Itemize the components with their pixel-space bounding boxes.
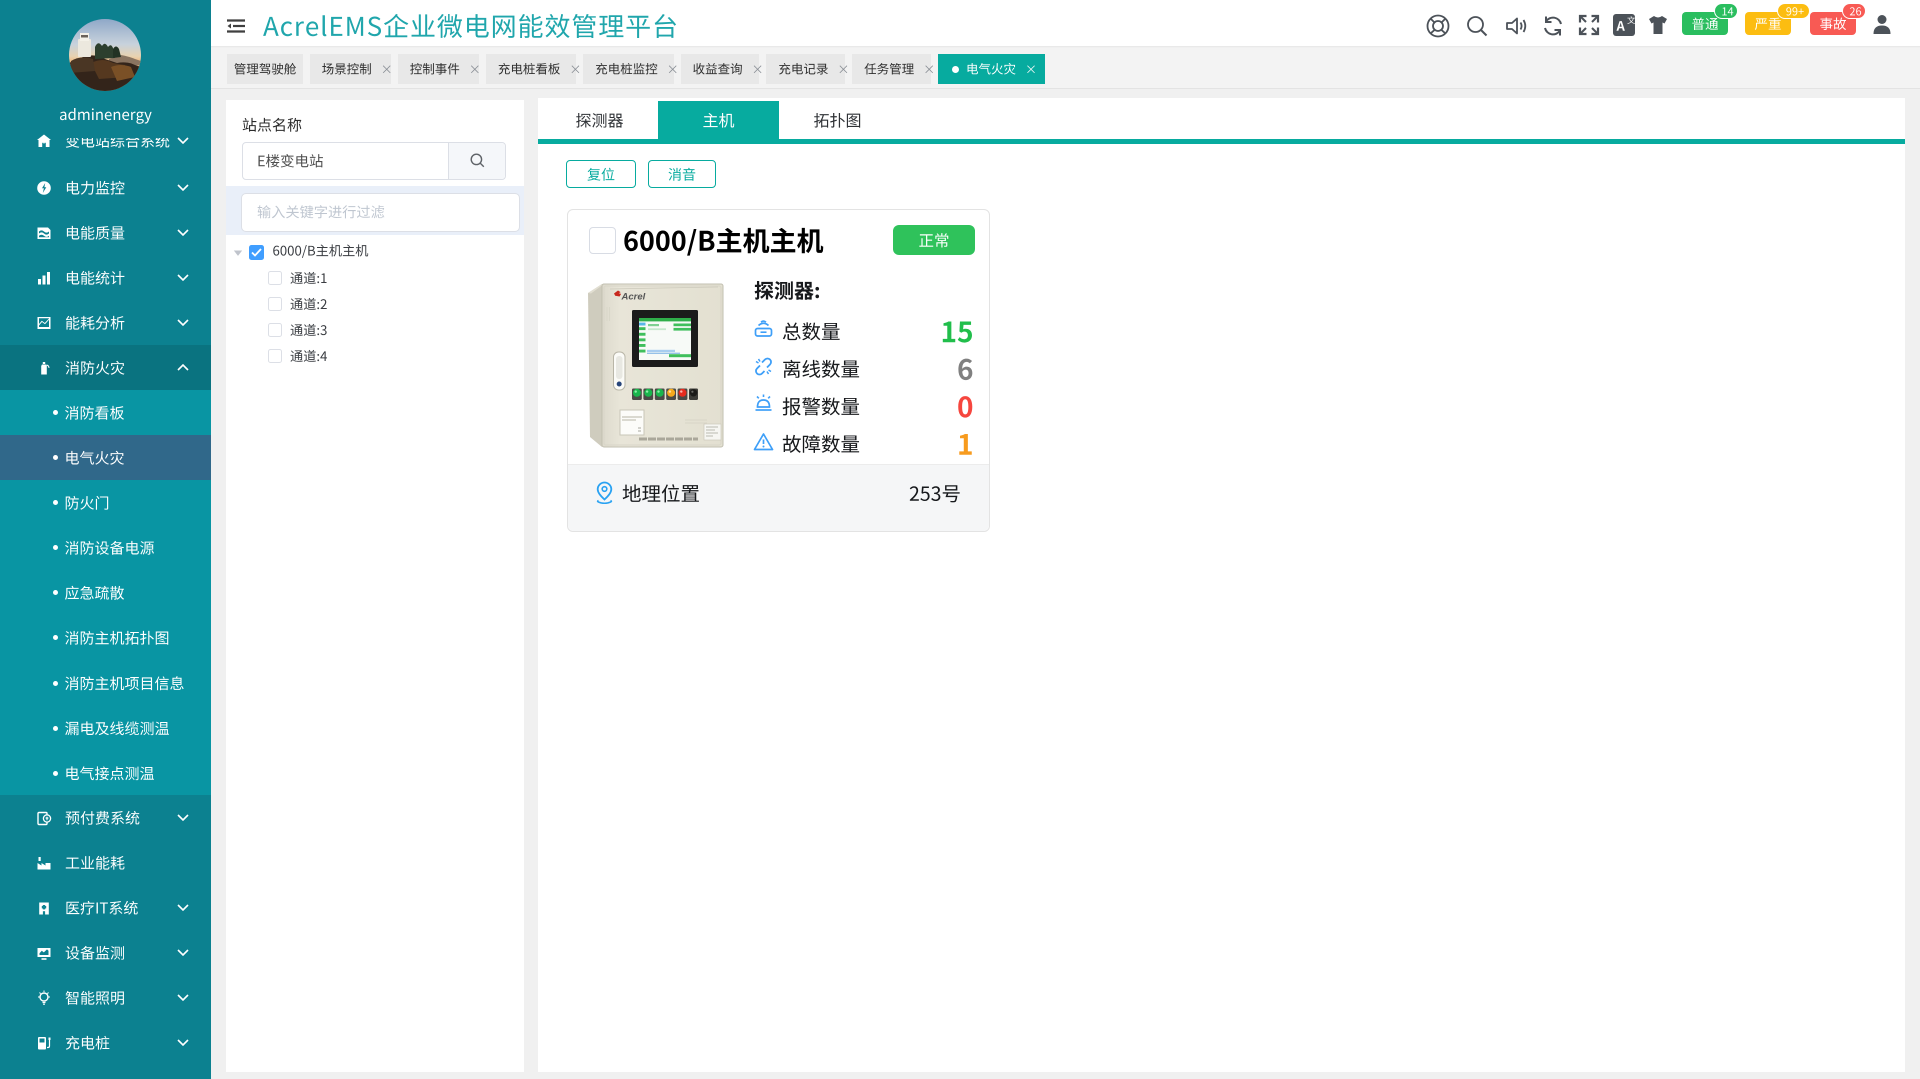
svg-text:Acrel: Acrel bbox=[621, 292, 646, 303]
